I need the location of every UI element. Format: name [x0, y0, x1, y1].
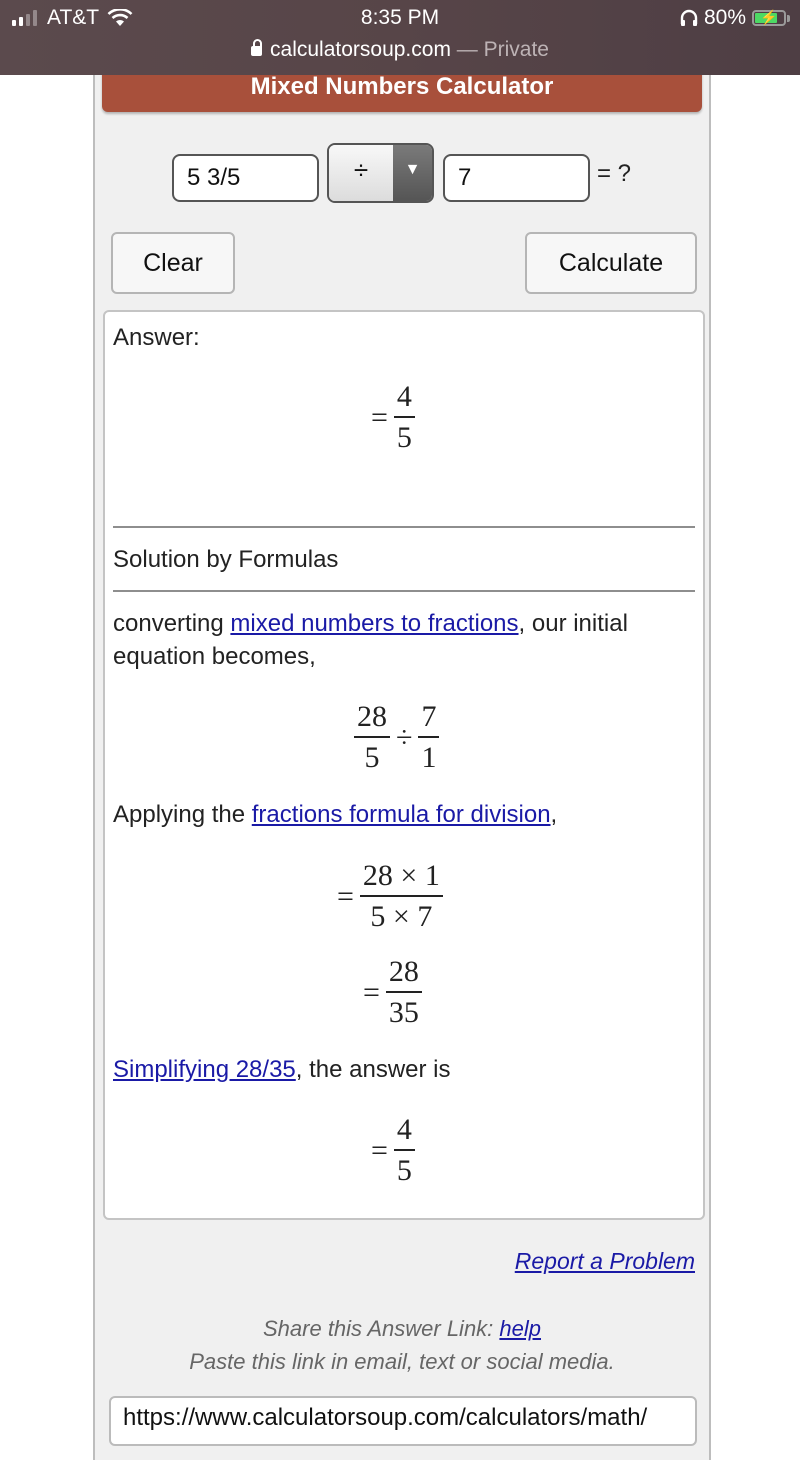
divider	[113, 526, 695, 528]
fractions-formula-division-link[interactable]: fractions formula for division	[252, 801, 551, 828]
division-formula: = 28 × 1 5 × 7	[337, 857, 449, 937]
result-fraction: 4 5	[393, 378, 415, 458]
lock-icon	[251, 39, 263, 56]
product-fraction: 28 × 1 5 × 7	[359, 857, 443, 937]
equals-sign: =	[337, 880, 354, 913]
calculator-panel: Mixed Numbers Calculator 5 3/5 ÷ ▼ 7 = ?…	[93, 60, 711, 1460]
dropdown-arrow-icon[interactable]: ▼	[393, 145, 432, 201]
step1-text-line2: equation becomes,	[113, 643, 316, 670]
divide-sign: ÷	[396, 721, 413, 754]
equals-sign: =	[371, 401, 388, 434]
result-fraction: 28 35	[385, 953, 422, 1033]
denominator: 5 × 7	[370, 900, 433, 933]
denominator: 35	[388, 996, 419, 1029]
denominator: 5	[396, 1154, 412, 1187]
numerator: 7	[421, 700, 437, 733]
denominator: 5	[364, 741, 380, 774]
equals-sign: =	[363, 976, 380, 1009]
numerator: 28 × 1	[362, 859, 440, 892]
step2-suffix: ,	[550, 801, 558, 828]
mixed-numbers-to-fractions-link[interactable]: mixed numbers to fractions	[230, 610, 518, 637]
headphones-icon	[680, 9, 698, 26]
status-right: 80% ⚡	[680, 6, 790, 30]
mixed-number-input-1[interactable]: 5 3/5	[172, 154, 319, 202]
numerator: 4	[396, 1113, 412, 1146]
numerator: 28	[388, 955, 419, 988]
operator-value: ÷	[329, 145, 393, 201]
simplifying-link[interactable]: Simplifying 28/35	[113, 1056, 296, 1083]
result-fraction: 4 5	[393, 1111, 415, 1191]
operator-select[interactable]: ÷ ▼	[327, 143, 434, 203]
bolt-icon: ⚡	[760, 9, 778, 25]
step2-prefix: Applying the	[113, 801, 252, 828]
private-mode-label: — Private	[456, 38, 549, 61]
browser-top-bar: AT&T 8:35 PM 80% ⚡ calculatorsoup.com — …	[0, 0, 800, 75]
denominator: 5	[396, 421, 412, 454]
share-url-field[interactable]: https://www.calculatorsoup.com/calculato…	[109, 1396, 697, 1446]
numerator: 4	[396, 380, 412, 413]
share-label-text: Share this Answer Link:	[263, 1316, 500, 1341]
step1-suffix: , our initial	[518, 610, 628, 637]
battery-percent: 80%	[703, 6, 746, 29]
equals-sign: =	[371, 1134, 388, 1167]
unsimplified-result: = 28 35	[363, 953, 428, 1033]
solution-heading: Solution by Formulas	[113, 546, 339, 573]
denominator: 1	[421, 741, 437, 774]
clear-button[interactable]: Clear	[111, 232, 235, 294]
equals-question-label: = ?	[597, 160, 632, 187]
step1-text: converting mixed numbers to fractions, o…	[113, 610, 628, 638]
share-label: Share this Answer Link: help	[95, 1316, 709, 1342]
step2-text: Applying the fractions formula for divis…	[113, 801, 557, 829]
url-domain: calculatorsoup.com	[270, 38, 451, 61]
mixed-number-input-2[interactable]: 7	[443, 154, 590, 202]
share-hint: Paste this link in email, text or social…	[189, 1349, 615, 1374]
step1-prefix: converting	[113, 610, 231, 637]
initial-equation: 28 5 ÷ 7 1	[348, 698, 445, 778]
numerator: 28	[357, 700, 387, 733]
fraction-1: 28 5	[354, 698, 390, 778]
url-bar[interactable]: calculatorsoup.com — Private	[0, 38, 800, 62]
report-problem-link[interactable]: Report a Problem	[515, 1248, 695, 1275]
help-link[interactable]: help	[499, 1316, 541, 1341]
answer-box: Answer: = 4 5 Solution by Formulas conve…	[103, 310, 705, 1220]
step3-suffix: , the answer is	[295, 1056, 451, 1083]
divider	[113, 590, 695, 592]
answer-result: = 4 5	[371, 378, 421, 458]
battery-cap	[787, 14, 790, 22]
battery-charging-icon: ⚡	[752, 9, 786, 26]
calculate-button[interactable]: Calculate	[525, 232, 697, 294]
fraction-2: 7 1	[418, 698, 440, 778]
final-result: = 4 5	[371, 1111, 421, 1191]
answer-label: Answer:	[113, 324, 200, 351]
step3-text: Simplifying 28/35, the answer is	[113, 1056, 451, 1084]
